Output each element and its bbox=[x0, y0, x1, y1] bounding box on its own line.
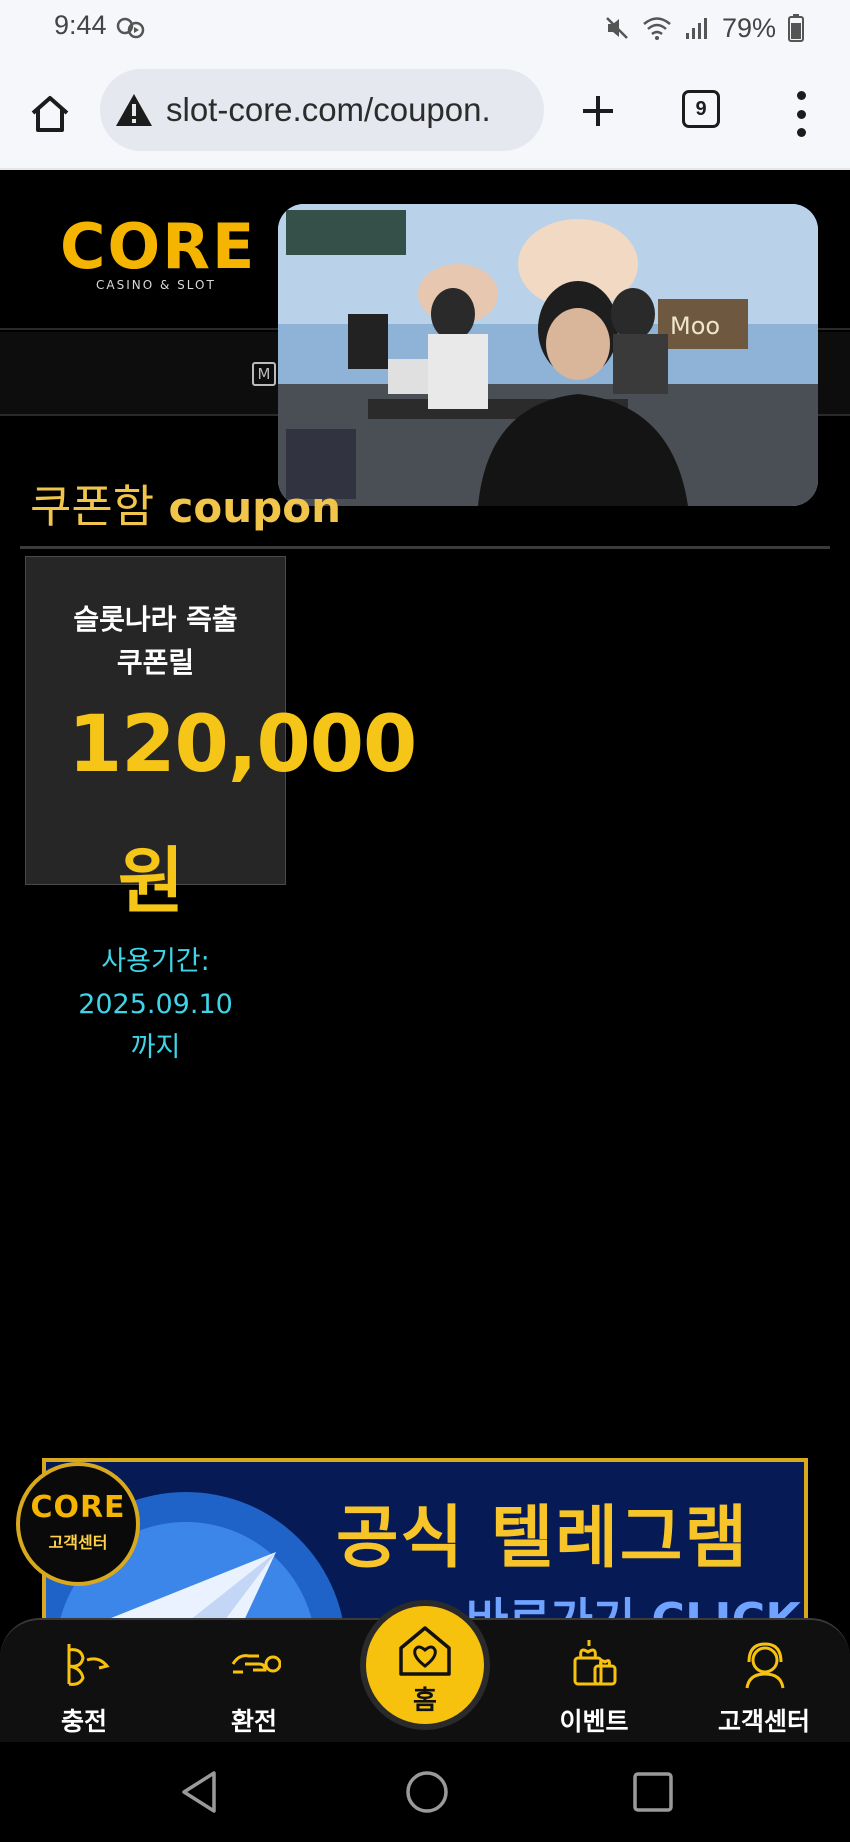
svg-text:Moo: Moo bbox=[670, 312, 720, 340]
address-bar[interactable]: slot-core.com/coupon. bbox=[100, 69, 544, 151]
browser-toolbar: slot-core.com/coupon. 9 bbox=[0, 56, 850, 170]
coupon-title-ko: 쿠폰함 bbox=[30, 480, 155, 533]
browser-home-button[interactable] bbox=[22, 86, 78, 142]
mute-icon bbox=[606, 17, 628, 39]
system-navigation-bar bbox=[0, 1742, 850, 1842]
coupon-name: 슬롯나라 즉출 쿠폰릴 bbox=[25, 598, 286, 684]
coupon-title-en: coupon bbox=[168, 483, 341, 532]
nav-support-label: 고객센터 bbox=[717, 1707, 810, 1736]
coupon-amount-unit: 원 bbox=[118, 839, 185, 923]
nav-withdraw[interactable]: 환전 bbox=[194, 1634, 314, 1736]
nav-support[interactable]: 고객센터 bbox=[704, 1634, 824, 1736]
deposit-icon bbox=[67, 1644, 110, 1686]
customer-service-badge[interactable]: CORE 고객센터 bbox=[16, 1462, 140, 1586]
recents-icon[interactable] bbox=[628, 1767, 678, 1817]
status-time: 9:44 bbox=[54, 10, 107, 40]
coupon-name-line1: 슬롯나라 즉출 bbox=[73, 603, 238, 636]
new-tab-button[interactable] bbox=[572, 80, 624, 142]
url-text[interactable]: slot-core.com/coupon. bbox=[166, 91, 491, 129]
home-icon bbox=[31, 96, 69, 132]
menu-dot bbox=[796, 91, 806, 100]
cs-badge-label: 고객센터 bbox=[48, 1533, 108, 1552]
expiry-label: 사용기간: bbox=[101, 946, 210, 977]
nav-event[interactable]: 이벤트 bbox=[534, 1634, 654, 1736]
plus-icon bbox=[583, 96, 613, 126]
menu-dot bbox=[796, 128, 806, 137]
nav-deposit[interactable]: 충전 bbox=[24, 1634, 144, 1736]
cs-badge-logo: CORE bbox=[30, 1490, 126, 1525]
banner-title: 공식 텔레그램 bbox=[336, 1499, 750, 1578]
wifi-icon bbox=[643, 17, 671, 40]
nav-withdraw-label: 환전 bbox=[230, 1707, 277, 1736]
coupon-page-title: 쿠폰함 coupon bbox=[30, 470, 341, 535]
battery-icon bbox=[788, 14, 804, 42]
m-icon[interactable]: M bbox=[252, 362, 276, 386]
warning-icon[interactable] bbox=[114, 90, 154, 130]
coupon-name-line2: 쿠폰릴 bbox=[116, 646, 195, 679]
nav-home-label: 홈 bbox=[413, 1686, 437, 1716]
withdraw-icon bbox=[231, 1654, 281, 1674]
headset-icon bbox=[745, 1642, 785, 1689]
coupon-expiry: 사용기간: 2025.09.10 까지 bbox=[25, 940, 286, 1069]
screen-record-icon bbox=[116, 17, 145, 39]
browser-menu-button[interactable] bbox=[786, 86, 816, 142]
coupon-amount: 120,000 bbox=[68, 700, 417, 790]
gift-icon bbox=[573, 1640, 617, 1686]
logo-text: CORE bbox=[60, 210, 257, 283]
tab-switcher-button[interactable]: 9 bbox=[682, 90, 720, 128]
home-heart-icon bbox=[399, 1626, 451, 1676]
expiry-suffix: 까지 bbox=[130, 1032, 181, 1063]
expiry-date: 2025.09.10 bbox=[78, 989, 233, 1020]
nav-event-label: 이벤트 bbox=[559, 1707, 629, 1736]
back-icon[interactable] bbox=[176, 1767, 226, 1817]
menu-dot bbox=[796, 109, 806, 119]
video-frame-image: Moo bbox=[278, 204, 818, 506]
signal-icon bbox=[685, 18, 707, 39]
status-bar: 9:44 79% bbox=[0, 0, 850, 56]
nav-deposit-label: 충전 bbox=[60, 1707, 107, 1736]
section-divider bbox=[20, 546, 830, 549]
battery-percent: 79% bbox=[721, 12, 776, 43]
site-logo[interactable]: CORE CASINO & SLOT bbox=[60, 210, 257, 294]
video-pip-overlay[interactable]: Moo bbox=[278, 204, 818, 506]
home-circle-icon[interactable] bbox=[402, 1767, 452, 1817]
status-icons: 79% bbox=[604, 8, 804, 48]
nav-home-button[interactable]: 홈 bbox=[360, 1600, 490, 1730]
